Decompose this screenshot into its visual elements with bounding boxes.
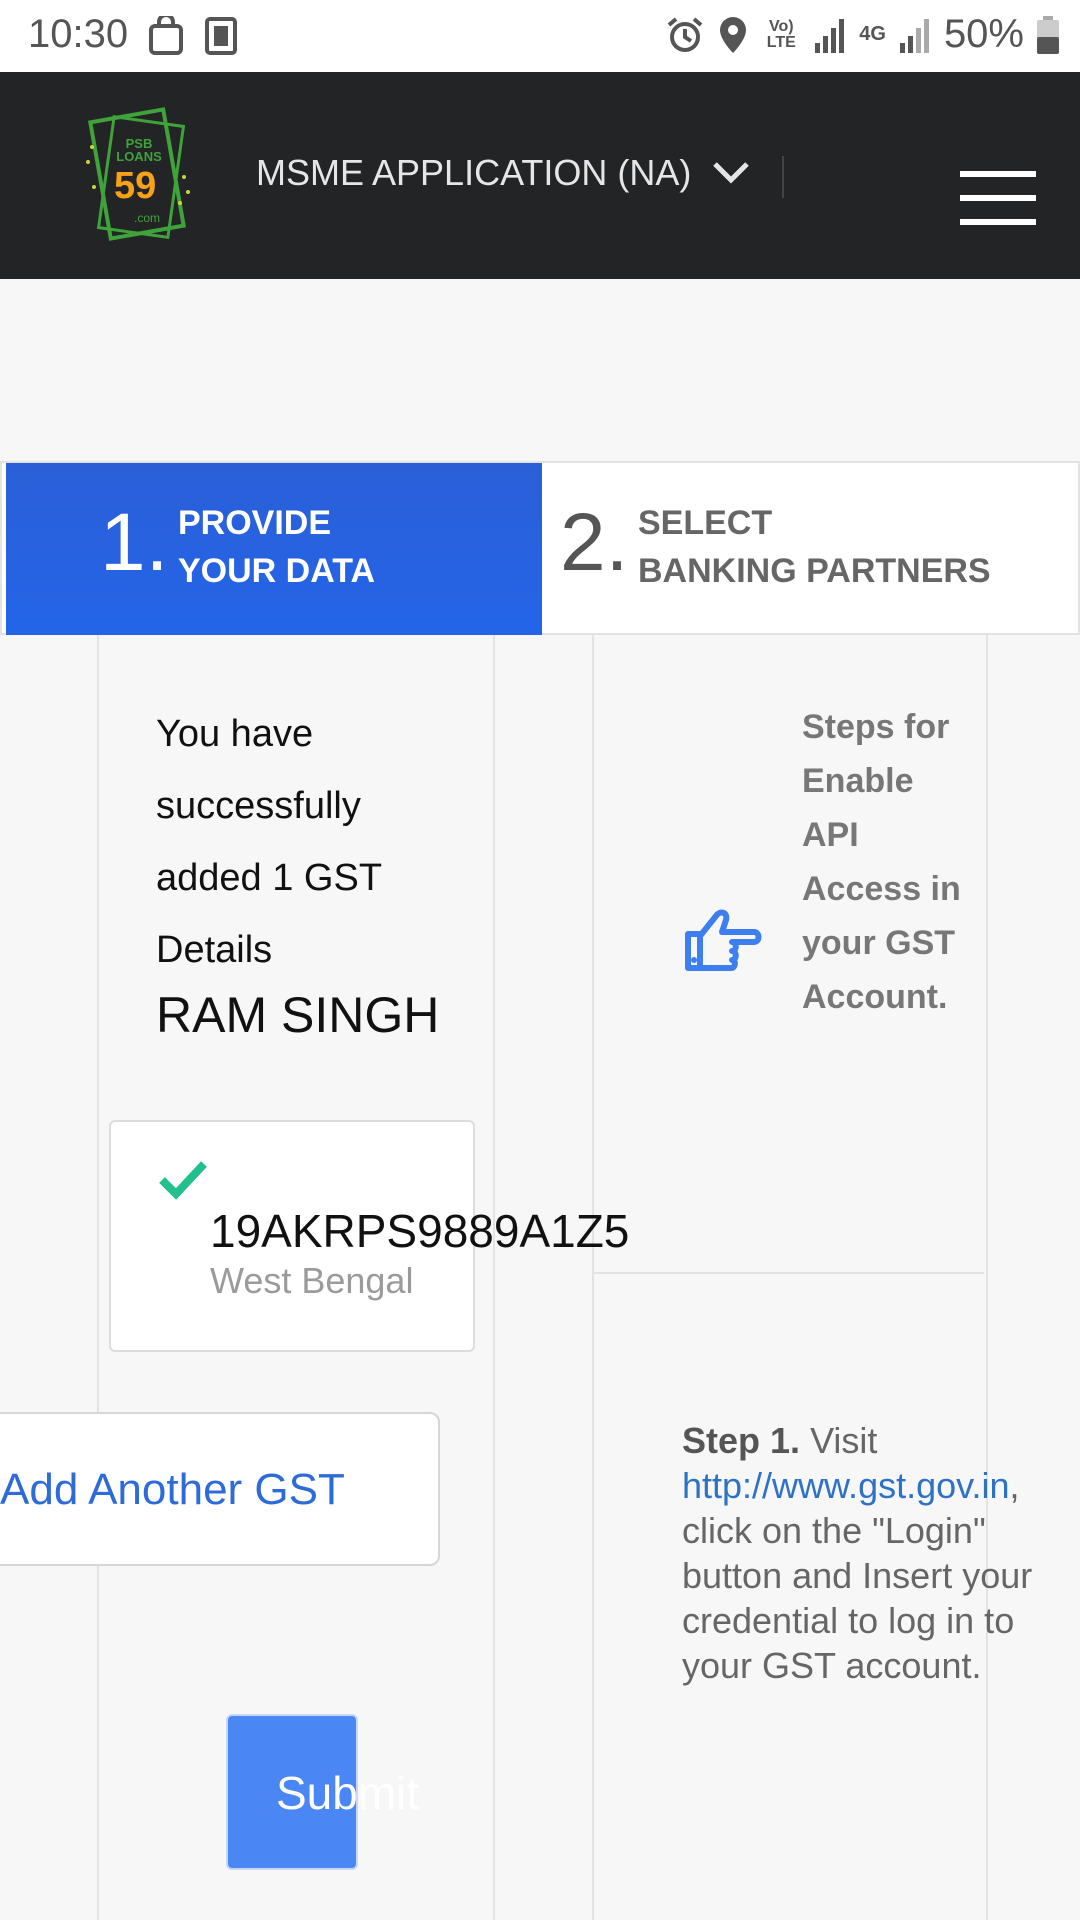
signal-icon xyxy=(899,18,929,53)
help-divider xyxy=(594,1272,984,1274)
submit-label[interactable]: Submit xyxy=(276,1766,419,1820)
status-right-icons: Vo) LTE 4G 50% xyxy=(665,12,1060,57)
gst-api-steps-heading: Steps for Enable API Access in your GST … xyxy=(802,708,961,1016)
header-divider xyxy=(782,156,784,198)
location-icon xyxy=(720,16,747,53)
hamburger-icon[interactable] xyxy=(960,171,1036,225)
status-bar: 10:30 Vo) LTE 4G 50% xyxy=(0,0,1080,72)
bag-icon xyxy=(149,16,183,55)
4g-icon: 4G xyxy=(859,23,886,45)
psb-logo[interactable]: PSB LOANS 59 .com xyxy=(84,107,194,245)
logo-text: PSB LOANS xyxy=(116,136,162,164)
success-message: You have successfully added 1 GST Detail… xyxy=(156,713,382,971)
step-1-prefix: Visit xyxy=(810,1420,878,1461)
app-header: PSB LOANS 59 .com MSME APPLICATION (NA) xyxy=(0,72,1080,279)
step-provide-data[interactable]: 1. PROVIDE YOUR DATA xyxy=(6,463,542,635)
battery-percent: 50% xyxy=(943,12,1024,56)
sim-icon xyxy=(205,17,237,55)
hand-pointer-icon xyxy=(685,909,762,971)
status-left-icons xyxy=(148,16,238,56)
signal-icon xyxy=(815,18,845,53)
step-number: 1. xyxy=(100,497,169,588)
chevron-down-icon xyxy=(713,162,750,184)
gst-portal-link[interactable]: http://www.gst.gov.in xyxy=(682,1465,1009,1506)
owner-name: RAM SINGH xyxy=(156,987,440,1043)
gstin-number: 19AKRPS9889A1Z5 xyxy=(210,1205,630,1257)
application-title: MSME APPLICATION (NA) xyxy=(256,152,692,193)
check-icon xyxy=(159,1161,207,1200)
step-1-label: Step 1. xyxy=(682,1420,801,1461)
step-label: PROVIDE YOUR DATA xyxy=(178,504,376,590)
application-selector[interactable]: MSME APPLICATION (NA) xyxy=(256,152,751,194)
gst-step-1: Step 1. Visit http://www.gst.gov.in, cli… xyxy=(682,1418,1072,1688)
step-number: 2. xyxy=(560,497,629,588)
battery-icon xyxy=(1037,15,1059,54)
alarm-icon xyxy=(667,16,703,52)
status-time: 10:30 xyxy=(28,12,129,56)
step-label: SELECT BANKING PARTNERS xyxy=(638,504,991,590)
gst-state: West Bengal xyxy=(210,1260,414,1301)
logo-number: 59 xyxy=(114,165,157,207)
volte-icon: Vo) LTE xyxy=(766,17,796,51)
add-another-gst-label[interactable]: Add Another GST xyxy=(0,1465,345,1515)
application-stepper: 1. PROVIDE YOUR DATA 2. SELECT BANKING P… xyxy=(0,461,1080,635)
logo-suffix: .com xyxy=(134,211,161,225)
